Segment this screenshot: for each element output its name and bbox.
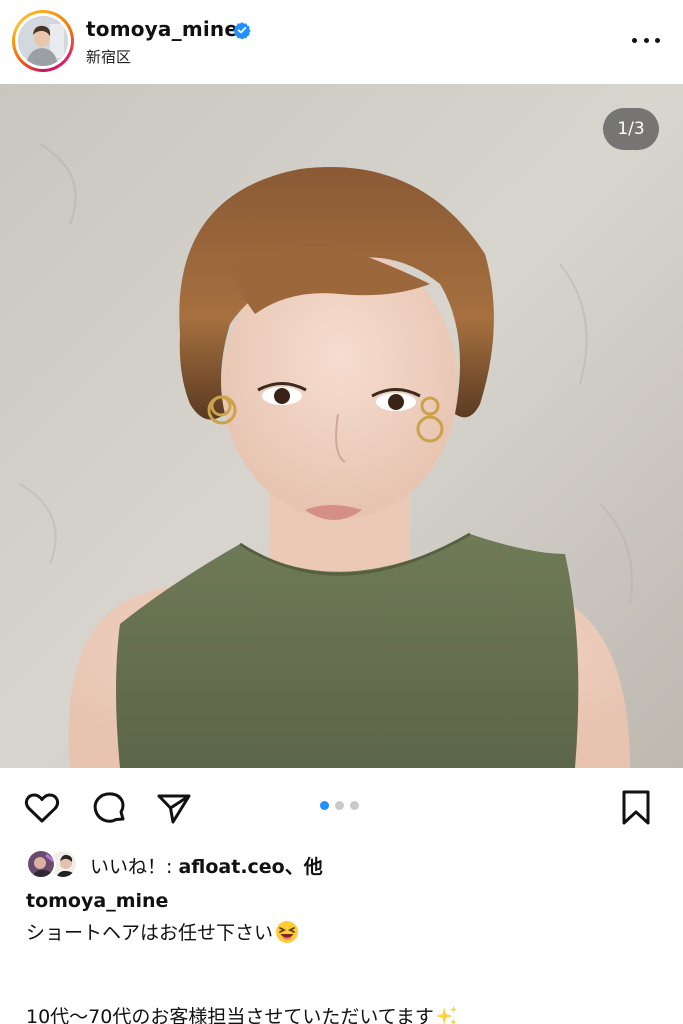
like-button[interactable] xyxy=(22,788,62,828)
likes-text: いいね！: afloat.ceo、他 xyxy=(90,852,323,879)
caption-line: ショートヘアはお任せ下さい xyxy=(26,918,299,945)
carousel-dot xyxy=(335,801,344,810)
comment-button[interactable] xyxy=(89,788,129,828)
dot-icon xyxy=(632,37,637,43)
caption-username[interactable]: tomoya_mine xyxy=(26,890,168,912)
carousel-dot xyxy=(320,801,329,810)
send-icon xyxy=(157,794,191,824)
caption-line: 10代〜70代のお客様担当させていただいてます xyxy=(26,1002,458,1024)
dot-icon xyxy=(643,37,649,43)
dot-icon xyxy=(655,37,660,43)
likes-suffix[interactable]: 、他 xyxy=(285,856,323,878)
liker-avatar xyxy=(26,849,56,879)
post-location[interactable]: 新宿区 xyxy=(86,46,131,67)
post-image[interactable] xyxy=(0,84,683,768)
share-button[interactable] xyxy=(154,788,194,828)
caption-text: ショートヘアはお任せ下さい xyxy=(26,922,274,944)
post-username[interactable]: tomoya_mine xyxy=(86,17,238,41)
image-counter-badge: 1/3 xyxy=(603,108,659,150)
save-button[interactable] xyxy=(616,788,656,828)
action-bar xyxy=(0,778,683,836)
post-header: tomoya_mine 新宿区 xyxy=(0,0,683,84)
more-options-button[interactable] xyxy=(628,28,664,52)
likes-summary[interactable]: いいね！: afloat.ceo、他 xyxy=(26,848,666,880)
laughing-emoji-icon xyxy=(276,921,299,943)
heart-icon xyxy=(24,793,60,823)
likes-prefix: いいね！: xyxy=(90,856,179,878)
sparkles-emoji-icon xyxy=(435,1005,457,1024)
carousel-dot xyxy=(350,801,359,810)
liker-username[interactable]: afloat.ceo xyxy=(178,856,284,878)
verified-badge-icon xyxy=(233,22,251,39)
bookmark-icon xyxy=(622,790,650,825)
carousel-indicator xyxy=(320,801,359,810)
profile-avatar[interactable] xyxy=(12,10,74,72)
caption-text: 10代〜70代のお客様担当させていただいてます xyxy=(26,1006,434,1024)
comment-icon xyxy=(93,792,125,823)
